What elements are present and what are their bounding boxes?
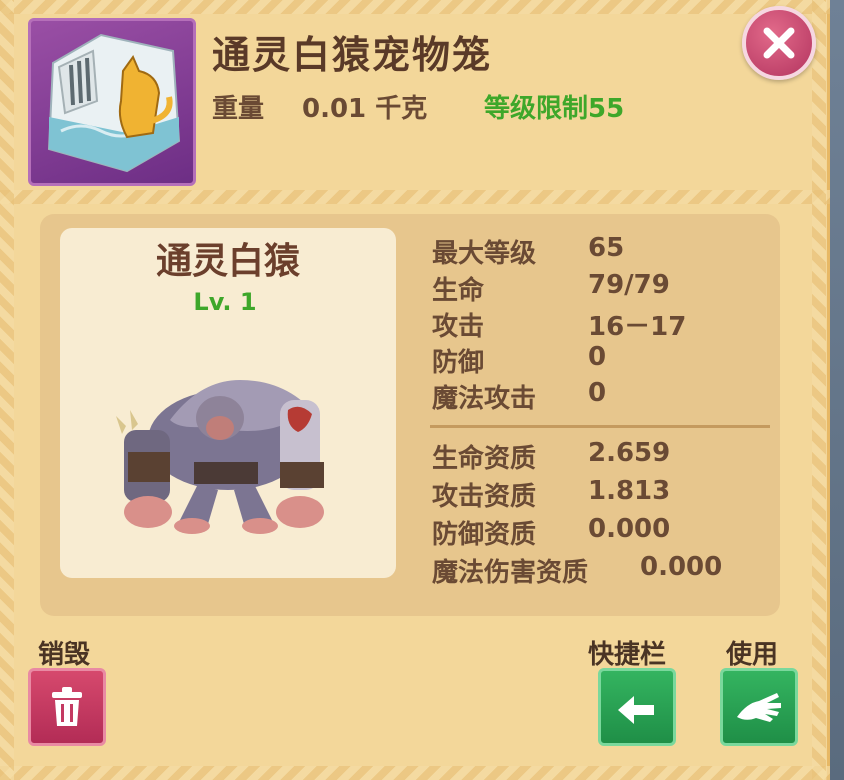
panel-border-top	[0, 0, 830, 14]
white-ape-figure	[110, 370, 340, 540]
level-limit: 等级限制55	[484, 94, 625, 124]
panel-border-right	[812, 0, 826, 780]
item-title: 通灵白猿宠物笼	[212, 33, 493, 77]
hand-point-icon	[737, 693, 781, 722]
aptitude-label-hp: 生命资质	[432, 444, 537, 474]
arrow-left-icon	[618, 696, 654, 724]
quickbar-label: 快捷栏	[588, 640, 667, 670]
panel-border-mid	[0, 190, 830, 204]
close-icon	[763, 27, 795, 59]
pet-name: 通灵白猿	[155, 241, 300, 282]
aptitude-value-defense: 0.000	[588, 514, 671, 544]
aptitude-label-magic-damage: 魔法伤害资质	[432, 558, 589, 588]
stats-divider	[430, 425, 770, 428]
stat-label-max-level: 最大等级	[432, 239, 537, 269]
stat-value-magic-attack: 0	[588, 378, 607, 408]
stat-value-max-level: 65	[588, 233, 625, 263]
quickbar-button[interactable]	[598, 668, 676, 746]
pet-level: Lv. 1	[193, 288, 257, 316]
destroy-label: 销毁	[38, 640, 91, 670]
stat-value-attack: 16－17	[588, 312, 687, 342]
panel-border-bottom	[0, 766, 830, 780]
aptitude-label-attack: 攻击资质	[432, 482, 537, 512]
stat-value-hp: 79/79	[588, 270, 670, 300]
stat-label-attack: 攻击	[432, 312, 485, 342]
stat-label-defense: 防御	[432, 348, 485, 378]
panel-border-left	[0, 0, 14, 780]
use-button[interactable]	[720, 668, 798, 746]
stat-label-magic-attack: 魔法攻击	[432, 384, 537, 414]
background-edge	[830, 0, 844, 780]
aptitude-value-magic-damage: 0.000	[640, 552, 723, 582]
monkey-cage-icon	[28, 18, 196, 186]
destroy-button[interactable]	[28, 668, 106, 746]
stat-label-hp: 生命	[432, 276, 485, 306]
aptitude-label-defense: 防御资质	[432, 520, 537, 550]
weight-value: 0.01 千克	[302, 94, 428, 124]
stat-value-defense: 0	[588, 342, 607, 372]
close-button[interactable]	[742, 6, 816, 80]
aptitude-value-attack: 1.813	[588, 476, 671, 506]
trash-icon	[52, 687, 82, 726]
weight-label: 重量	[212, 94, 265, 124]
use-label: 使用	[726, 640, 779, 670]
aptitude-value-hp: 2.659	[588, 438, 671, 468]
